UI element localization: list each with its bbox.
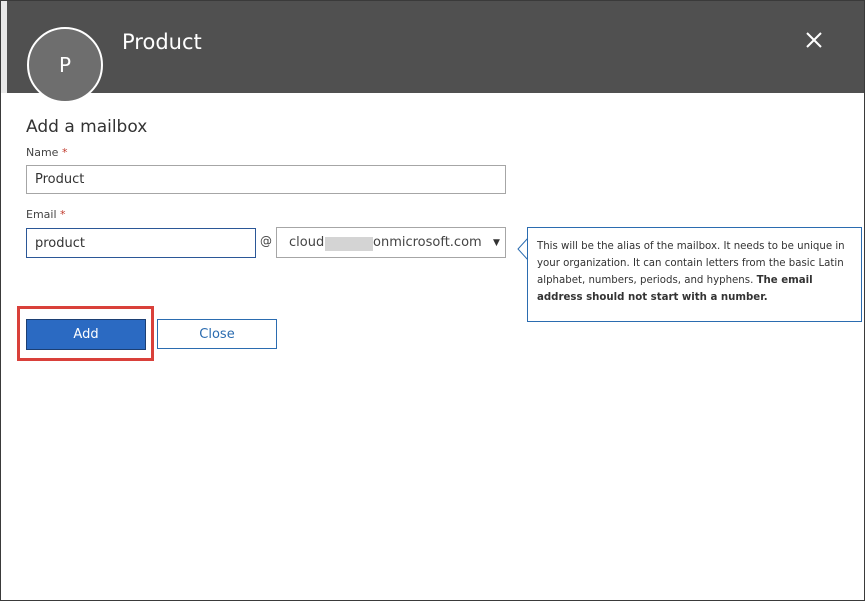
close-icon[interactable] [802,28,826,52]
section-title: Add a mailbox [26,117,148,137]
redacted-domain-block [325,237,373,251]
page-title: Product [122,30,202,54]
add-mailbox-panel: P Product Add a mailbox Name * Email * @… [0,0,865,601]
required-marker: * [60,208,66,221]
panel-header: P Product [1,1,864,103]
header-left-strip [1,1,7,93]
required-marker: * [61,146,68,159]
name-label-text: Name [26,146,59,159]
alias-help-tooltip: This will be the alias of the mailbox. I… [527,227,862,322]
email-label: Email * [26,208,66,221]
avatar-initial: P [58,53,72,77]
avatar: P [27,27,103,103]
domain-suffix: onmicrosoft.com [373,235,482,250]
email-label-text: Email [26,208,57,221]
name-field[interactable] [26,165,506,194]
at-sign: @ [260,234,272,248]
domain-prefix: cloud [289,235,325,250]
email-alias-field[interactable] [26,228,256,258]
add-button[interactable]: Add [26,319,146,350]
domain-select[interactable]: cloud onmicrosoft.com ▼ [276,227,506,258]
close-button[interactable]: Close [157,319,277,349]
name-label: Name * [26,146,67,159]
chevron-down-icon: ▼ [493,238,500,248]
